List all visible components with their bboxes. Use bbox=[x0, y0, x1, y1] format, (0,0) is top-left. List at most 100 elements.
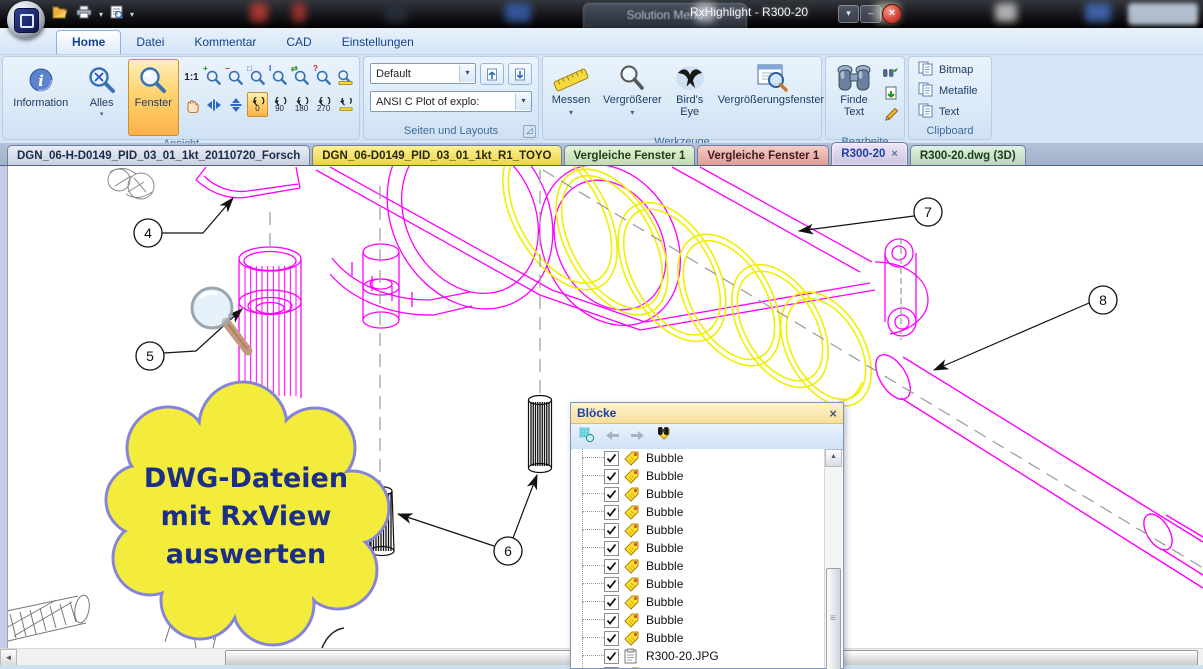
checkbox[interactable] bbox=[604, 451, 619, 466]
find-block-icon[interactable] bbox=[655, 426, 673, 447]
rotate-0-button[interactable]: 0 bbox=[247, 92, 268, 117]
find-next-icon[interactable] bbox=[881, 63, 901, 81]
zoom-previous-button[interactable]: ⇄ bbox=[291, 65, 312, 90]
ribbon-tab-cad[interactable]: CAD bbox=[271, 31, 326, 54]
layout-select[interactable]: ANSI C Plot of explo:▾ bbox=[370, 91, 532, 112]
checkbox[interactable] bbox=[604, 469, 619, 484]
copy-as-metafile-button[interactable]: Metafile bbox=[912, 81, 984, 101]
rotate-custom-button[interactable] bbox=[335, 92, 356, 117]
block-list-item[interactable]: Bubble bbox=[572, 467, 825, 485]
previous-page-button[interactable] bbox=[480, 63, 504, 85]
block-list-item[interactable] bbox=[572, 665, 825, 668]
zoom-scale-button[interactable] bbox=[335, 65, 356, 90]
ribbon-tab-einstellungen[interactable]: Einstellungen bbox=[327, 31, 429, 54]
document-tab-6[interactable]: R300-20.dwg (3D) bbox=[910, 145, 1026, 165]
checkbox[interactable] bbox=[604, 667, 619, 669]
ribbon-tab-kommentar[interactable]: Kommentar bbox=[179, 31, 271, 54]
close-tab-icon[interactable]: × bbox=[891, 144, 897, 165]
page-select-dropdown-icon[interactable]: ▾ bbox=[459, 65, 475, 82]
checkbox[interactable] bbox=[604, 613, 619, 628]
qat-overflow-icon[interactable]: ▾ bbox=[130, 10, 134, 19]
block-list-item[interactable]: Bubble bbox=[572, 575, 825, 593]
rotate-90-button[interactable]: 90 bbox=[269, 92, 290, 117]
drawing-canvas[interactable]: 4 5 6 7 8 bbox=[0, 166, 1203, 669]
zoom-extents-button[interactable]: ? bbox=[313, 65, 334, 90]
document-tab-5[interactable]: R300-20× bbox=[831, 142, 908, 165]
checkbox[interactable] bbox=[604, 595, 619, 610]
hscroll-left-icon[interactable]: ◄ bbox=[0, 649, 17, 666]
zoom-window-button[interactable]: Fenster bbox=[128, 59, 179, 136]
ribbon-tab-datei[interactable]: Datei bbox=[121, 31, 179, 54]
find-text-button[interactable]: Finde Text bbox=[829, 59, 879, 134]
zoom-all-button[interactable]: Alles ▾ bbox=[78, 59, 126, 136]
pan-button[interactable] bbox=[181, 92, 202, 117]
close-button[interactable]: × bbox=[882, 4, 902, 24]
blocks-scrollbar[interactable]: ▲ bbox=[824, 449, 842, 668]
magnifier-dropdown-icon[interactable]: ▾ bbox=[630, 107, 634, 119]
titlebar-menu-button[interactable]: ▾ bbox=[838, 5, 859, 23]
copy-as-bitmap-button[interactable]: Bitmap bbox=[912, 60, 979, 80]
print-preview-icon[interactable] bbox=[110, 5, 123, 24]
rotate-270-button[interactable]: 270 bbox=[313, 92, 334, 117]
checkbox[interactable] bbox=[604, 577, 619, 592]
document-tab-2[interactable]: DGN_06-D0149_PID_03_01_1kt_R1_TOYO bbox=[312, 145, 561, 165]
checkbox[interactable] bbox=[604, 649, 619, 664]
zoom-all-dropdown-icon[interactable]: ▾ bbox=[100, 109, 104, 121]
previous-block-icon[interactable] bbox=[605, 428, 620, 446]
measure-button[interactable]: Messen ▾ bbox=[546, 59, 596, 134]
magnifier-window-button[interactable]: Vergrößerungsfenster bbox=[713, 59, 829, 134]
rotate-180-button[interactable]: 180 bbox=[291, 92, 312, 117]
blocks-panel-close-icon[interactable]: × bbox=[829, 406, 837, 421]
block-list-item[interactable]: Bubble bbox=[572, 521, 825, 539]
block-list-item[interactable]: Bubble bbox=[572, 503, 825, 521]
zoom-window-small-button[interactable]: □ bbox=[247, 65, 268, 90]
ribbon-tab-home[interactable]: Home bbox=[56, 30, 121, 54]
block-list-item[interactable]: Bubble bbox=[572, 629, 825, 647]
document-tab-1[interactable]: DGN_06-H-D0149_PID_03_01_1kt_20110720_Fo… bbox=[7, 145, 310, 165]
flip-vertical-button[interactable] bbox=[225, 92, 246, 117]
document-tab-3[interactable]: Vergleiche Fenster 1 bbox=[564, 145, 696, 165]
dialog-launcher-icon[interactable]: ◿ bbox=[523, 125, 536, 138]
checkbox[interactable] bbox=[604, 505, 619, 520]
next-page-button[interactable] bbox=[508, 63, 532, 85]
edit-icon[interactable] bbox=[881, 105, 901, 123]
checkbox[interactable] bbox=[604, 523, 619, 538]
block-list-item[interactable]: R300-20.JPG bbox=[572, 647, 825, 665]
measure-dropdown-icon[interactable]: ▾ bbox=[569, 107, 573, 119]
birds-eye-button[interactable]: Bird's Eye bbox=[669, 59, 711, 134]
zoom-1-1-button[interactable]: 1:1 bbox=[181, 65, 202, 90]
block-list-item[interactable]: Bubble bbox=[572, 485, 825, 503]
information-button[interactable]: i Information bbox=[6, 59, 76, 136]
layout-select-dropdown-icon[interactable]: ▾ bbox=[515, 93, 531, 110]
application-button[interactable] bbox=[7, 1, 45, 39]
blocks-panel-titlebar[interactable]: Blöcke × bbox=[571, 403, 843, 424]
zoom-in-button[interactable]: + bbox=[203, 65, 224, 90]
zoom-out-button[interactable]: − bbox=[225, 65, 246, 90]
save-result-icon[interactable] bbox=[881, 84, 901, 102]
checkbox[interactable] bbox=[604, 631, 619, 646]
insert-block-icon[interactable] bbox=[579, 427, 595, 447]
minimize-button[interactable]: – bbox=[860, 5, 881, 23]
document-tab-4[interactable]: Vergleiche Fenster 1 bbox=[697, 145, 829, 165]
blocks-panel[interactable]: Blöcke × BubbleBubbleBubbleBubbleBubbleB… bbox=[570, 402, 844, 669]
scroll-up-icon[interactable]: ▲ bbox=[825, 449, 842, 467]
block-list-item[interactable]: Bubble bbox=[572, 539, 825, 557]
block-list-item[interactable]: Bubble bbox=[572, 593, 825, 611]
checkbox[interactable] bbox=[604, 541, 619, 556]
open-file-icon[interactable] bbox=[52, 5, 69, 24]
blocks-scrollbar-thumb[interactable] bbox=[826, 568, 841, 669]
checkbox[interactable] bbox=[604, 487, 619, 502]
copy-icon bbox=[918, 61, 934, 79]
block-list-item[interactable]: Bubble bbox=[572, 557, 825, 575]
flip-horizontal-button[interactable] bbox=[203, 92, 224, 117]
page-select[interactable]: Default▾ bbox=[370, 63, 476, 84]
block-list-item[interactable]: Bubble bbox=[572, 449, 825, 467]
next-block-icon[interactable] bbox=[630, 428, 645, 446]
print-dropdown-icon[interactable]: ▾ bbox=[99, 10, 103, 19]
magnifier-tool-button[interactable]: Vergrößerer ▾ bbox=[598, 59, 667, 134]
checkbox[interactable] bbox=[604, 559, 619, 574]
block-list-item[interactable]: Bubble bbox=[572, 611, 825, 629]
zoom-selection-button[interactable]: I bbox=[269, 65, 290, 90]
copy-as-text-button[interactable]: Text bbox=[912, 102, 965, 122]
print-icon[interactable] bbox=[76, 5, 92, 24]
